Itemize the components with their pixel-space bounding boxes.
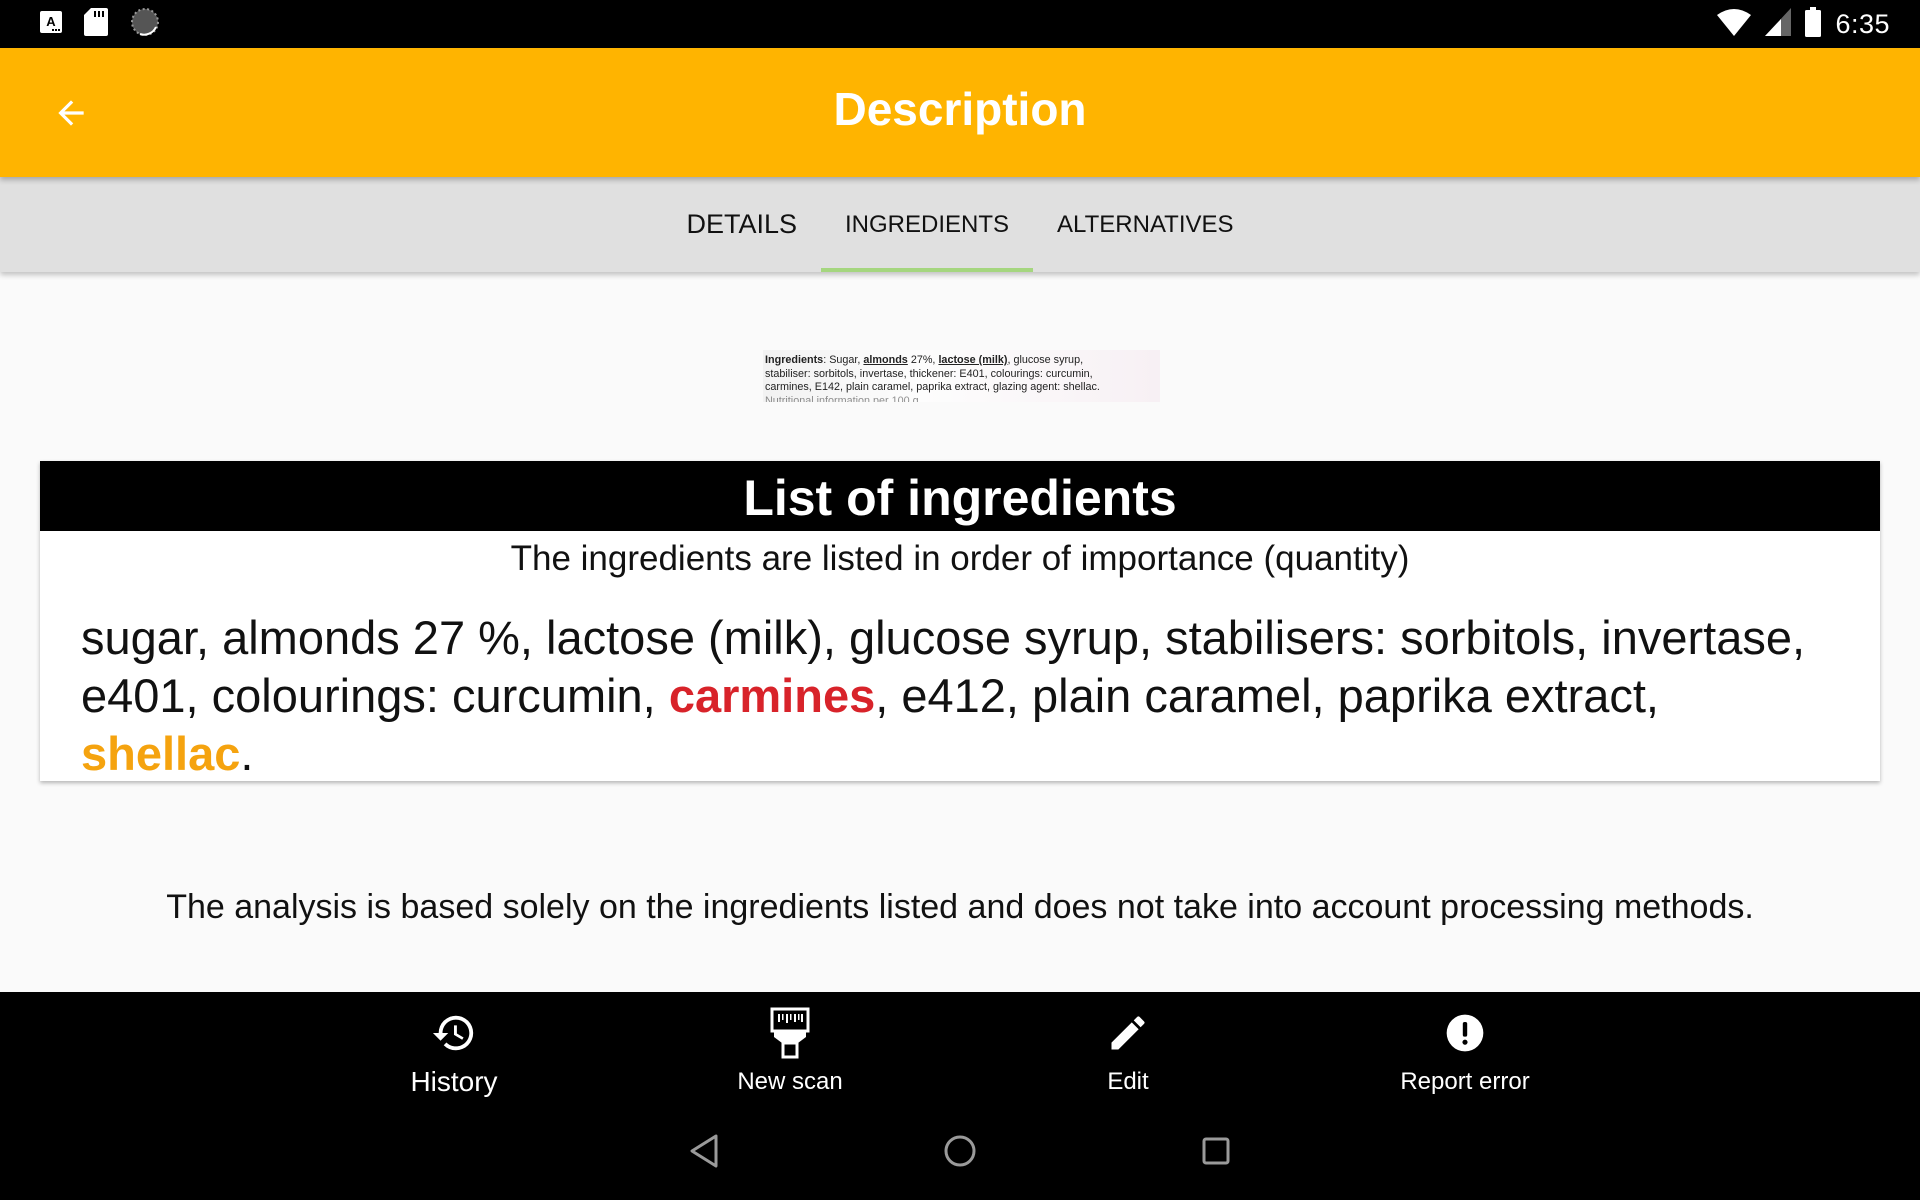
ingredients-label-photo[interactable]: Ingredients: Sugar, almonds 27%, lactose…: [763, 350, 1160, 402]
ingredient-segment: .: [240, 727, 254, 780]
history-button[interactable]: History: [334, 1008, 574, 1108]
page-title: Description: [833, 83, 1087, 135]
ingredient-segment: , e412, plain caramel, paprika extract,: [875, 669, 1659, 722]
sd-card-icon: [84, 7, 108, 41]
photo-line: stabiliser: sorbitols, invertase, thicke…: [765, 367, 1093, 380]
photo-line: Nutritional information per 100 g: [765, 394, 919, 403]
analysis-disclaimer: The analysis is based solely on the ingr…: [166, 888, 1754, 926]
status-right-icons: 6:35: [1717, 6, 1890, 42]
ingredients-text: sugar, almonds 27 %, lactose (milk), glu…: [40, 579, 1880, 783]
battery-icon: [1805, 6, 1822, 42]
tab-details[interactable]: DETAILS: [662, 177, 821, 272]
sync-spinner-icon: [130, 7, 160, 42]
cell-signal-icon: [1765, 7, 1792, 41]
tab-bar: DETAILS INGREDIENTS ALTERNATIVES: [0, 177, 1920, 272]
ingredient-flag-orange[interactable]: shellac: [81, 727, 240, 780]
ingredient-flag-red[interactable]: carmines: [669, 669, 875, 722]
system-home-button[interactable]: [932, 1126, 988, 1176]
edit-label: Edit: [1107, 1068, 1149, 1095]
ingredients-card: List of ingredients The ingredients are …: [40, 461, 1880, 781]
photo-line: carmines, E142, plain caramel, paprika e…: [765, 381, 1100, 393]
recents-square-icon: [1202, 1137, 1230, 1165]
card-subtitle: The ingredients are listed in order of i…: [510, 539, 1410, 578]
report-error-button[interactable]: Report error: [1345, 1008, 1585, 1108]
tab-ingredients[interactable]: INGREDIENTS: [821, 177, 1034, 272]
app-bar: Description: [0, 48, 1920, 177]
barcode-scanner-icon: [770, 1007, 810, 1059]
card-title: List of ingredients: [40, 461, 1880, 531]
system-back-button[interactable]: [676, 1126, 732, 1176]
alert-circle-icon: [1446, 1014, 1484, 1052]
clock: 6:35: [1835, 8, 1890, 39]
wifi-icon: [1717, 8, 1752, 41]
font-app-icon: A: [40, 10, 62, 39]
history-icon: [432, 1015, 474, 1051]
home-circle-icon: [944, 1135, 976, 1167]
svg-text:A: A: [46, 14, 56, 29]
status-bar: A 6:35: [0, 0, 1920, 48]
report-error-label: Report error: [1400, 1068, 1530, 1095]
back-triangle-icon: [690, 1134, 718, 1168]
history-label: History: [410, 1066, 498, 1097]
photo-line: Ingredients: Sugar, almonds 27%, lactose…: [765, 354, 1084, 366]
pencil-icon: [1111, 1016, 1145, 1050]
edit-button[interactable]: Edit: [1008, 1008, 1248, 1108]
new-scan-button[interactable]: New scan: [670, 1007, 910, 1108]
tab-alternatives[interactable]: ALTERNATIVES: [1033, 177, 1257, 272]
status-left-icons: A: [40, 7, 160, 41]
system-recents-button[interactable]: [1188, 1126, 1244, 1176]
new-scan-label: New scan: [737, 1068, 843, 1095]
